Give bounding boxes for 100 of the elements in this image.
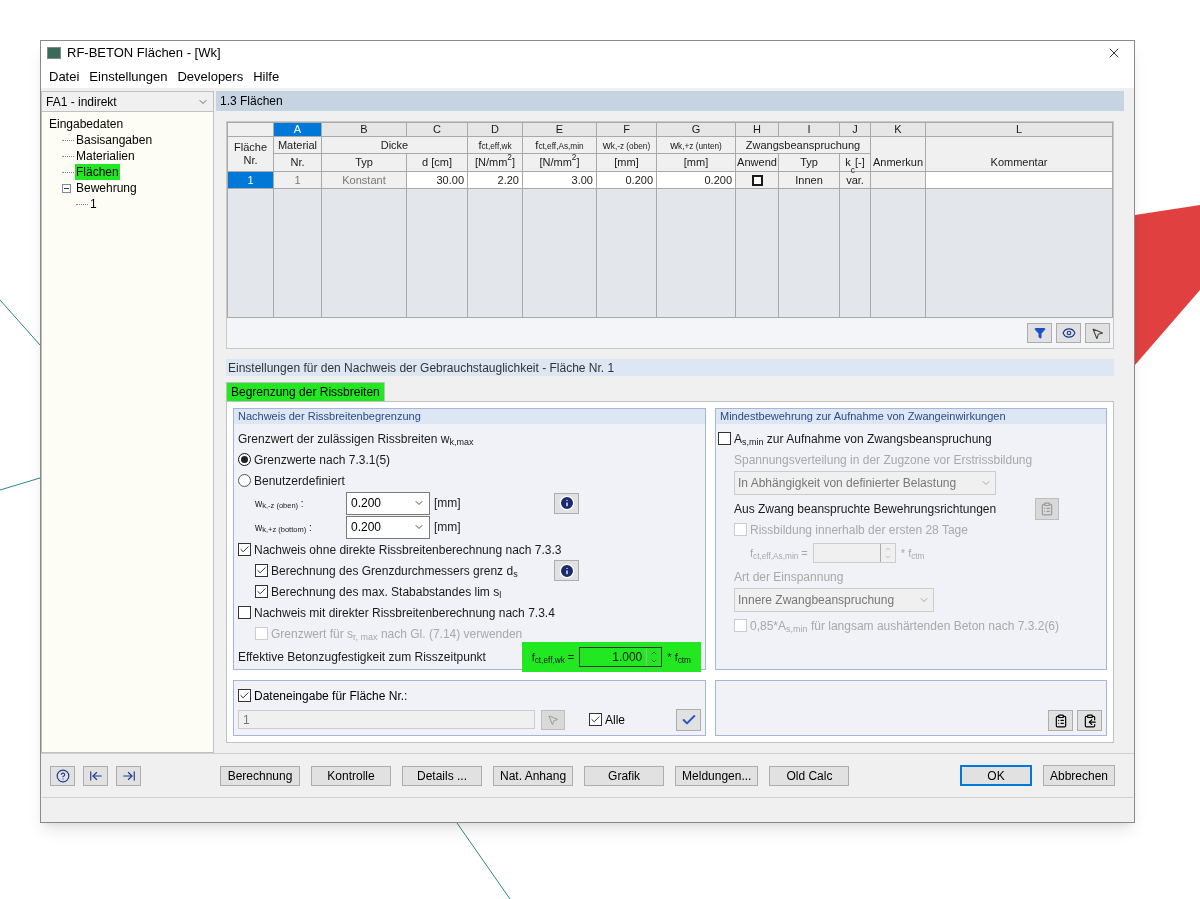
group-title: Nachweis der Rissbreitenbegrenzung: [238, 409, 421, 425]
table-cell: Konstant: [322, 172, 406, 188]
menu-item[interactable]: Hilfe: [248, 66, 285, 87]
spin-down-icon: [650, 657, 659, 665]
pointer-icon: [547, 713, 559, 726]
section-title: 1.3 Flächen: [220, 93, 283, 110]
export-button[interactable]: [116, 765, 141, 786]
group-title: Mindestbewehrung zur Aufnahme von Zwangeinwirkungen: [720, 409, 1006, 425]
radio-button[interactable]: Benutzerdefiniert: [238, 471, 345, 490]
export-button[interactable]: [1077, 710, 1102, 731]
checkmark-icon: [256, 565, 267, 576]
table-cell: Innen: [779, 172, 839, 188]
checkbox[interactable]: Nachweis ohne direkte Rissbreitenberechnung nach 7.3.3: [238, 540, 562, 559]
checkmark-icon: [590, 714, 601, 725]
field-label: w$_{k,-z (oben)}$ :: [255, 496, 305, 511]
dialog-button[interactable]: Abbrechen: [1043, 765, 1115, 786]
info-icon: [558, 562, 575, 579]
unit-label: [mm]: [434, 519, 461, 536]
footer-button[interactable]: Details ...: [402, 765, 482, 786]
column-letter[interactable]: G: [657, 123, 735, 136]
column-letter[interactable]: D: [468, 123, 522, 136]
info-button[interactable]: [554, 492, 579, 514]
column-header: Fläche Nr.: [228, 137, 273, 171]
checkbox[interactable]: [751, 174, 763, 186]
table-cell: 2.20: [468, 172, 522, 188]
spin-up-icon: [883, 545, 892, 553]
column-header: Nr.: [274, 154, 321, 171]
tree-item[interactable]: Bewehrung: [75, 180, 138, 196]
checkmark-icon: [239, 690, 250, 701]
view-button[interactable]: [1056, 323, 1081, 343]
tree-item[interactable]: Eingabedaten: [48, 116, 125, 132]
table-cell: 0.200: [597, 172, 656, 188]
footer-button[interactable]: Grafik: [584, 765, 665, 786]
spin-field[interactable]: 1.000: [579, 647, 663, 667]
column-letter[interactable]: B: [322, 123, 406, 136]
arrow-right-icon: [121, 768, 136, 783]
column-letter[interactable]: K: [871, 123, 925, 136]
menu-item[interactable]: Einstellungen: [84, 66, 173, 87]
table-cell: [871, 172, 925, 188]
tree-item[interactable]: 1: [89, 196, 98, 212]
table-cell: 30.00: [407, 172, 467, 188]
app-icon: [47, 47, 61, 59]
field-label: f$_{ct,eff,wk}$ =: [531, 649, 575, 666]
import-button[interactable]: [83, 765, 108, 786]
value-dropdown[interactable]: 0.200: [346, 491, 430, 515]
checkbox[interactable]: Berechnung des max. Stababstandes lim s$_{l}$: [255, 582, 502, 601]
tree-item[interactable]: Basisangaben: [75, 132, 154, 148]
column-letter[interactable]: C: [407, 123, 467, 136]
window-title: RF-BETON Flächen - [Wk]: [67, 44, 221, 63]
menu-item[interactable]: Developers: [172, 66, 249, 87]
column-header: d [cm]: [407, 154, 467, 171]
import-button[interactable]: [1048, 710, 1073, 731]
checkbox[interactable]: A$_{s,min}$ zur Aufnahme von Zwangsbeanspruchung: [718, 429, 992, 448]
column-header: Kommentar: [926, 137, 1112, 171]
footer-button[interactable]: Nat. Anhang: [493, 765, 574, 786]
footer-button[interactable]: Kontrolle: [311, 765, 391, 786]
group-header: Zwangsbeanspruchung: [736, 137, 870, 153]
column-header: [mm]: [597, 154, 656, 171]
info-button[interactable]: [554, 560, 579, 581]
column-letter[interactable]: F: [597, 123, 656, 136]
group-label: Art der Einspannung: [734, 568, 844, 586]
group-label: Spannungsverteilung in der Zugzone vor Erstrissbildung: [734, 451, 1033, 469]
column-letter[interactable]: L: [926, 123, 1112, 136]
group-label: Aus Zwang beanspruchte Bewehrungsrichtungen: [734, 500, 997, 518]
table-cell: 0.200: [657, 172, 735, 188]
pick-button[interactable]: [1085, 323, 1110, 343]
column-letter[interactable]: I: [779, 123, 839, 136]
filter-button[interactable]: [1027, 323, 1052, 343]
collapse-icon[interactable]: [62, 183, 71, 193]
menu-item[interactable]: Datei: [44, 66, 85, 87]
group-header: Dicke: [322, 137, 467, 153]
group-label: Effektive Betonzugfestigkeit zum Risszeitpunkt: [238, 649, 486, 666]
dialog-button[interactable]: OK: [960, 765, 1032, 786]
unit-label: * f$_{ctm}$: [667, 649, 691, 666]
footer-button[interactable]: Old Calc: [769, 765, 850, 786]
unit-label: * f$_{ctm}$: [900, 545, 925, 562]
checkmark-icon: [256, 586, 267, 597]
tree-item[interactable]: Materialien: [75, 148, 136, 164]
column-letter[interactable]: J: [840, 123, 870, 136]
row-header[interactable]: 1: [228, 172, 273, 188]
tree-item[interactable]: Flächen: [75, 164, 120, 180]
checkmark-icon: [239, 544, 250, 555]
table-cell: 1: [274, 172, 321, 188]
footer-button[interactable]: Berechnung: [220, 765, 300, 786]
column-letter[interactable]: E: [523, 123, 596, 136]
column-letter[interactable]: A: [274, 123, 321, 136]
help-button[interactable]: [50, 765, 75, 786]
column-letter[interactable]: H: [736, 123, 778, 136]
field-label: w$_{k,+z (bottom)}$ :: [255, 520, 313, 535]
spin-down-icon: [883, 553, 892, 561]
checkbox[interactable]: Nachweis mit direkter Rissbreitenberechnung nach 7.3.4: [238, 603, 555, 622]
apply-button[interactable]: [676, 708, 701, 731]
navigator-combo[interactable]: FA1 - indirekt: [42, 92, 213, 112]
tab[interactable]: Begrenzung der Rissbreiten: [226, 382, 385, 401]
footer-button[interactable]: Meldungen...: [675, 765, 759, 786]
radio-button[interactable]: Grenzwerte nach 7.3.1(5): [238, 450, 391, 469]
column-header: f$_{ct,eff,As,min}$: [523, 137, 596, 153]
column-header: Anmerkun: [871, 137, 925, 171]
checkbox[interactable]: Berechnung des Grenzdurchmessers grenz d$_{s}$: [255, 561, 518, 580]
value-dropdown[interactable]: 0.200: [346, 515, 430, 539]
